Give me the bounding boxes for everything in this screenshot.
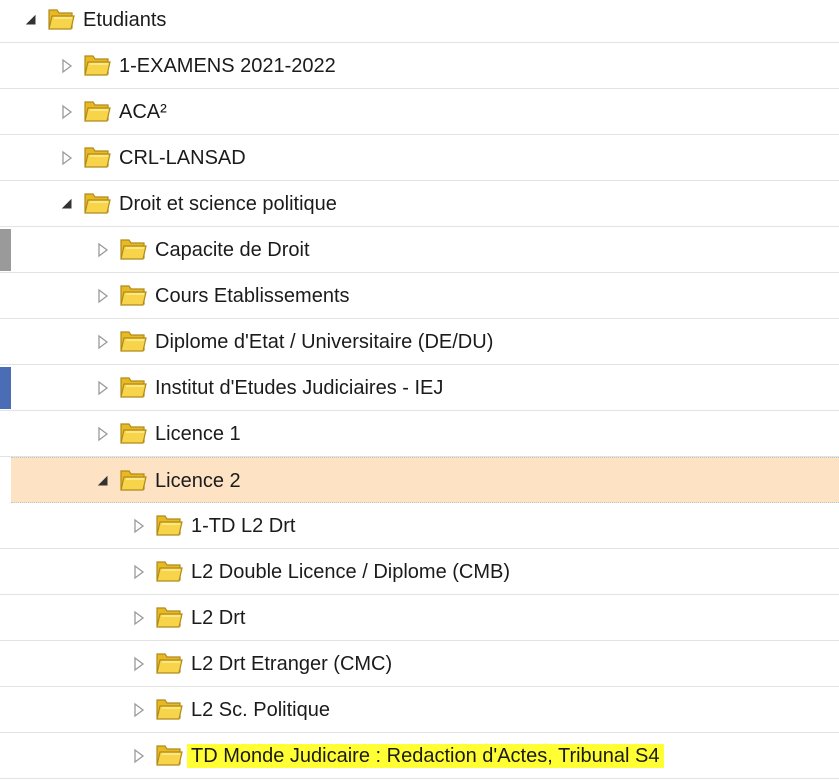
- triangle-collapsed-icon[interactable]: [132, 563, 146, 581]
- row-marker: [0, 367, 11, 409]
- triangle-collapsed-icon[interactable]: [132, 747, 146, 765]
- tree-row[interactable]: L2 Double Licence / Diplome (CMB): [0, 549, 839, 595]
- tree-row[interactable]: Cours Etablissements: [0, 273, 839, 319]
- folder-icon: [83, 189, 111, 215]
- folder-icon: [83, 143, 111, 169]
- triangle-collapsed-icon[interactable]: [96, 241, 110, 259]
- tree-row[interactable]: Licence 2: [11, 457, 839, 503]
- triangle-collapsed-icon[interactable]: [96, 333, 110, 351]
- tree-row[interactable]: TD Monde Judicaire : Redaction d'Actes, …: [0, 733, 839, 779]
- tree-item-label[interactable]: Institut d'Etudes Judiciaires - IEJ: [155, 376, 443, 400]
- triangle-expanded-icon[interactable]: [60, 195, 74, 213]
- folder-icon: [119, 419, 147, 445]
- folder-icon: [119, 373, 147, 399]
- triangle-collapsed-icon[interactable]: [96, 287, 110, 305]
- tree-item-label[interactable]: Etudiants: [83, 8, 166, 32]
- tree-row[interactable]: Etudiants: [0, 0, 839, 43]
- tree-row[interactable]: L2 Sc. Politique: [0, 687, 839, 733]
- row-marker: [0, 229, 11, 271]
- folder-icon: [155, 603, 183, 629]
- tree-item-label[interactable]: 1-TD L2 Drt: [191, 514, 295, 538]
- tree-item-label[interactable]: L2 Drt Etranger (CMC): [191, 652, 392, 676]
- tree-item-label[interactable]: Licence 1: [155, 422, 241, 446]
- folder-icon: [83, 97, 111, 123]
- folder-icon: [119, 235, 147, 261]
- tree-row[interactable]: Licence 1: [0, 411, 839, 457]
- tree-item-label[interactable]: Capacite de Droit: [155, 238, 310, 262]
- triangle-collapsed-icon[interactable]: [132, 655, 146, 673]
- triangle-collapsed-icon[interactable]: [96, 379, 110, 397]
- tree-item-label[interactable]: L2 Double Licence / Diplome (CMB): [191, 560, 510, 584]
- tree-item-label[interactable]: Licence 2: [155, 469, 241, 493]
- triangle-collapsed-icon[interactable]: [132, 609, 146, 627]
- tree-item-label[interactable]: Droit et science politique: [119, 192, 337, 216]
- folder-icon: [47, 5, 75, 31]
- triangle-collapsed-icon[interactable]: [60, 149, 74, 167]
- tree-item-label[interactable]: L2 Drt: [191, 606, 245, 630]
- triangle-collapsed-icon[interactable]: [96, 425, 110, 443]
- folder-icon: [155, 557, 183, 583]
- tree-row[interactable]: Diplome d'Etat / Universitaire (DE/DU): [0, 319, 839, 365]
- folder-icon: [155, 695, 183, 721]
- tree-item-label[interactable]: Cours Etablissements: [155, 284, 350, 308]
- triangle-collapsed-icon[interactable]: [132, 701, 146, 719]
- triangle-collapsed-icon[interactable]: [132, 517, 146, 535]
- triangle-collapsed-icon[interactable]: [60, 57, 74, 75]
- folder-icon: [155, 741, 183, 767]
- folder-icon: [155, 511, 183, 537]
- folder-icon: [119, 281, 147, 307]
- tree-row[interactable]: 1-TD L2 Drt: [0, 503, 839, 549]
- tree-row[interactable]: CRL-LANSAD: [0, 135, 839, 181]
- folder-icon: [119, 327, 147, 353]
- triangle-expanded-icon[interactable]: [24, 11, 38, 29]
- tree-row[interactable]: L2 Drt Etranger (CMC): [0, 641, 839, 687]
- tree-row[interactable]: 1-EXAMENS 2021-2022: [0, 43, 839, 89]
- tree-item-label[interactable]: Diplome d'Etat / Universitaire (DE/DU): [155, 330, 493, 354]
- folder-icon: [83, 51, 111, 77]
- tree-row[interactable]: Institut d'Etudes Judiciaires - IEJ: [0, 365, 839, 411]
- tree-item-label[interactable]: CRL-LANSAD: [119, 146, 246, 170]
- triangle-collapsed-icon[interactable]: [60, 103, 74, 121]
- triangle-expanded-icon[interactable]: [96, 472, 110, 490]
- tree-row[interactable]: Capacite de Droit: [0, 227, 839, 273]
- folder-icon: [155, 649, 183, 675]
- tree-item-label[interactable]: TD Monde Judicaire : Redaction d'Actes, …: [187, 744, 664, 768]
- tree-row[interactable]: Droit et science politique: [0, 181, 839, 227]
- tree-row[interactable]: ACA²: [0, 89, 839, 135]
- folder-icon: [119, 466, 147, 492]
- tree-item-label[interactable]: 1-EXAMENS 2021-2022: [119, 54, 336, 78]
- tree-item-label[interactable]: L2 Sc. Politique: [191, 698, 330, 722]
- tree-row[interactable]: L2 Drt: [0, 595, 839, 641]
- tree-item-label[interactable]: ACA²: [119, 100, 167, 124]
